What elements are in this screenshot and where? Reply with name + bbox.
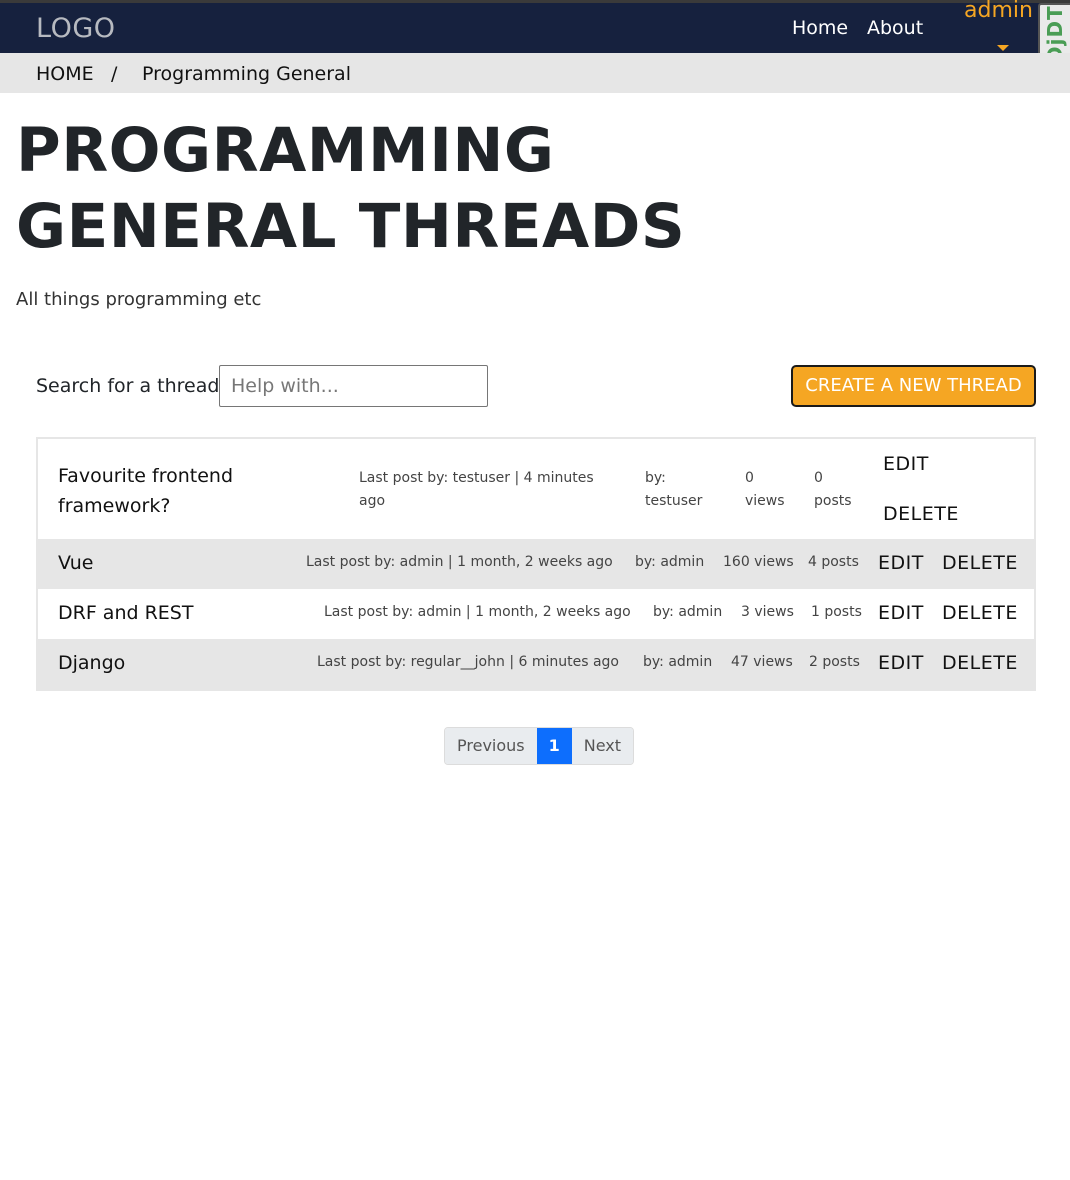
navbar: LOGO Home About <box>0 0 1070 53</box>
thread-author: by: admin <box>653 604 723 620</box>
nav-home-link[interactable]: Home <box>792 17 848 39</box>
pagination-previous[interactable]: Previous <box>445 728 537 764</box>
delete-thread-button[interactable]: DELETE <box>942 602 1018 624</box>
breadcrumb-current: Programming General <box>142 63 351 85</box>
thread-views: 47 views <box>731 654 793 670</box>
thread-last-post: Last post by: regular__john | 6 minutes … <box>317 654 619 670</box>
thread-posts: 1 posts <box>811 604 862 620</box>
pagination: Previous 1 Next <box>444 727 635 765</box>
create-thread-button[interactable]: CREATE A NEW THREAD <box>791 365 1036 407</box>
thread-views: 160 views <box>723 554 794 570</box>
search-input[interactable] <box>219 365 488 407</box>
thread-title[interactable]: Vue <box>58 552 93 574</box>
nav-about-link[interactable]: About <box>867 17 923 39</box>
pagination-page-1[interactable]: 1 <box>536 728 572 764</box>
thread-author: by: admin <box>643 654 713 670</box>
logo[interactable]: LOGO <box>36 13 116 44</box>
thread-last-post: Last post by: testuser | 4 minutes ago <box>359 470 594 509</box>
thread-title[interactable]: Django <box>58 652 125 674</box>
thread-list: Favourite frontend framework? Last post … <box>36 437 1036 691</box>
thread-row[interactable]: Favourite frontend framework? Last post … <box>38 439 1034 539</box>
thread-row[interactable]: DRF and REST Last post by: admin | 1 mon… <box>38 589 1034 639</box>
thread-last-post: Last post by: admin | 1 month, 2 weeks a… <box>306 554 613 570</box>
thread-title[interactable]: DRF and REST <box>58 602 193 624</box>
thread-views: 0 views <box>745 470 785 509</box>
search-label: Search for a thread: <box>36 375 226 397</box>
thread-posts: 0 posts <box>814 470 852 509</box>
edit-thread-button[interactable]: EDIT <box>878 602 924 624</box>
delete-thread-button[interactable]: DELETE <box>942 552 1018 574</box>
page-title: PROGRAMMING GENERAL THREADS <box>16 115 686 262</box>
user-menu-toggle[interactable]: admin <box>964 0 1033 23</box>
thread-row[interactable]: Django Last post by: regular__john | 6 m… <box>38 639 1034 689</box>
thread-last-post: Last post by: admin | 1 month, 2 weeks a… <box>324 604 631 620</box>
thread-views: 3 views <box>741 604 794 620</box>
breadcrumb-separator: / <box>111 63 118 85</box>
thread-author: by: testuser <box>645 470 703 509</box>
delete-thread-button[interactable]: DELETE <box>942 652 1018 674</box>
edit-thread-button[interactable]: EDIT <box>883 453 929 475</box>
edit-thread-button[interactable]: EDIT <box>878 552 924 574</box>
breadcrumb-home-link[interactable]: HOME <box>36 63 94 85</box>
breadcrumb: HOME / Programming General <box>0 53 1070 93</box>
page-subtitle: All things programming etc <box>16 289 262 310</box>
thread-title[interactable]: Favourite frontend framework? <box>58 461 318 521</box>
thread-author: by: admin <box>635 554 705 570</box>
thread-row[interactable]: Vue Last post by: admin | 1 month, 2 wee… <box>38 539 1034 589</box>
thread-posts: 4 posts <box>808 554 859 570</box>
pagination-next[interactable]: Next <box>571 728 634 764</box>
delete-thread-button[interactable]: DELETE <box>883 503 959 525</box>
edit-thread-button[interactable]: EDIT <box>878 652 924 674</box>
thread-posts: 2 posts <box>809 654 860 670</box>
caret-down-icon[interactable] <box>997 45 1009 51</box>
